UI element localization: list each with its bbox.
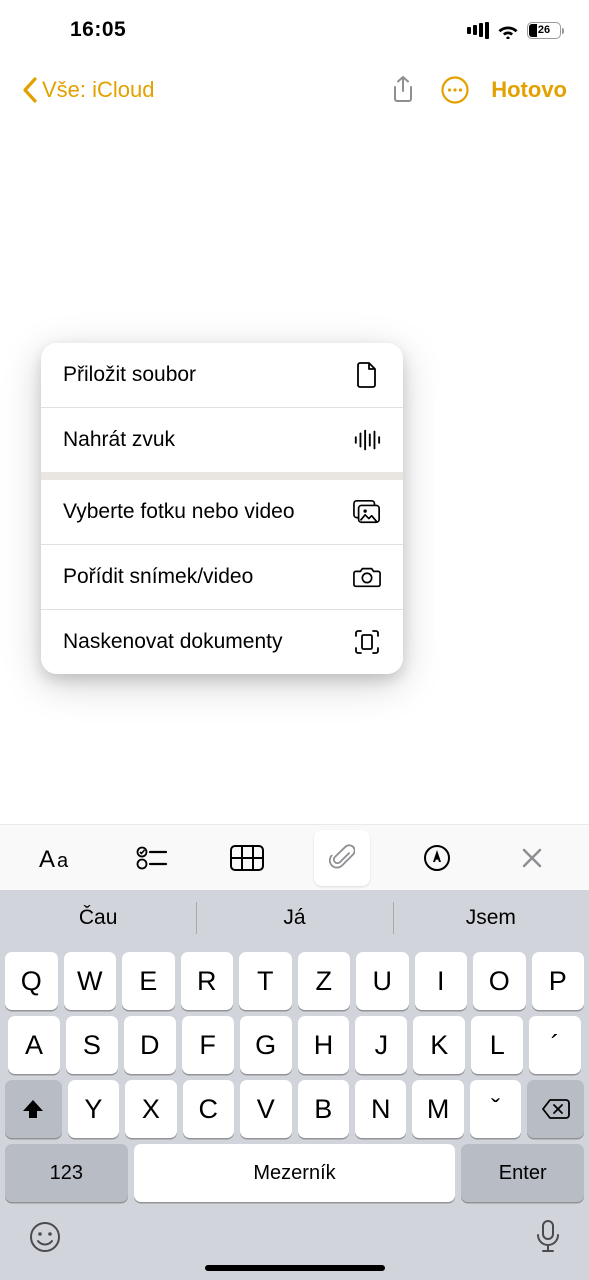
key-accent[interactable]: ´: [529, 1016, 581, 1074]
key-numbers[interactable]: 123: [5, 1144, 128, 1202]
key-enter[interactable]: Enter: [461, 1144, 584, 1202]
key-f[interactable]: F: [182, 1016, 234, 1074]
markup-icon: [423, 844, 451, 872]
key-o[interactable]: O: [473, 952, 526, 1010]
svg-text:A: A: [39, 846, 55, 871]
emoji-button[interactable]: [28, 1220, 62, 1254]
key-g[interactable]: G: [240, 1016, 292, 1074]
home-indicator[interactable]: [205, 1265, 385, 1271]
menu-item-label: Naskenovat dokumenty: [63, 629, 282, 655]
menu-item-label: Nahrát zvuk: [63, 427, 175, 453]
key-l[interactable]: L: [471, 1016, 523, 1074]
prediction-3[interactable]: Jsem: [393, 890, 589, 946]
text-style-button[interactable]: Aa: [29, 830, 85, 886]
backspace-icon: [541, 1098, 571, 1120]
key-a[interactable]: A: [8, 1016, 60, 1074]
shift-icon: [21, 1097, 45, 1121]
prediction-1[interactable]: Čau: [0, 890, 196, 946]
prediction-2[interactable]: Já: [196, 890, 392, 946]
key-space[interactable]: Mezerník: [134, 1144, 456, 1202]
navigation-bar: Vše: iCloud Hotovo: [0, 60, 589, 120]
note-editor[interactable]: Přiložit soubor Nahrát zvuk Vyberte fotk…: [0, 120, 589, 824]
svg-text:a: a: [57, 850, 69, 871]
text-style-icon: Aa: [39, 845, 75, 871]
share-button[interactable]: [381, 68, 425, 112]
key-e[interactable]: E: [122, 952, 175, 1010]
share-icon: [390, 75, 416, 105]
key-x[interactable]: X: [125, 1080, 176, 1138]
battery-icon: 26: [527, 22, 561, 39]
table-icon: [230, 845, 264, 871]
back-button[interactable]: Vše: iCloud: [22, 77, 155, 103]
close-icon: [520, 846, 544, 870]
key-b[interactable]: B: [298, 1080, 349, 1138]
camera-icon: [353, 563, 381, 591]
menu-item-record-audio[interactable]: Nahrát zvuk: [41, 408, 403, 472]
key-m[interactable]: M: [412, 1080, 463, 1138]
key-q[interactable]: Q: [5, 952, 58, 1010]
keyboard-footer: [0, 1202, 589, 1272]
key-z[interactable]: Z: [298, 952, 351, 1010]
key-n[interactable]: N: [355, 1080, 406, 1138]
menu-item-label: Přiložit soubor: [63, 362, 196, 388]
status-time: 16:05: [70, 18, 126, 42]
key-t[interactable]: T: [239, 952, 292, 1010]
more-button[interactable]: [433, 68, 477, 112]
scan-icon: [353, 628, 381, 656]
wifi-icon: [497, 22, 519, 39]
status-bar: 16:05 26: [0, 0, 589, 60]
key-i[interactable]: I: [415, 952, 468, 1010]
key-backspace[interactable]: [527, 1080, 584, 1138]
formatting-toolbar: Aa: [0, 824, 589, 890]
menu-item-label: Pořídit snímek/video: [63, 564, 253, 590]
markup-button[interactable]: [409, 830, 465, 886]
menu-item-attach-file[interactable]: Přiložit soubor: [41, 343, 403, 407]
menu-item-take-photo[interactable]: Pořídit snímek/video: [41, 545, 403, 609]
microphone-icon: [535, 1219, 561, 1255]
dictation-button[interactable]: [535, 1219, 561, 1255]
ellipsis-circle-icon: [440, 75, 470, 105]
key-r[interactable]: R: [181, 952, 234, 1010]
key-y[interactable]: Y: [68, 1080, 119, 1138]
table-button[interactable]: [219, 830, 275, 886]
done-button[interactable]: Hotovo: [491, 77, 567, 103]
key-caron[interactable]: ˇ: [470, 1080, 521, 1138]
checklist-icon: [136, 845, 168, 871]
menu-item-choose-media[interactable]: Vyberte fotku nebo video: [41, 480, 403, 544]
key-s[interactable]: S: [66, 1016, 118, 1074]
key-d[interactable]: D: [124, 1016, 176, 1074]
chevron-left-icon: [22, 77, 38, 103]
menu-item-scan-documents[interactable]: Naskenovat dokumenty: [41, 610, 403, 674]
attachment-menu: Přiložit soubor Nahrát zvuk Vyberte fotk…: [41, 343, 403, 674]
key-shift[interactable]: [5, 1080, 62, 1138]
key-v[interactable]: V: [240, 1080, 291, 1138]
photo-stack-icon: [353, 498, 381, 526]
key-c[interactable]: C: [183, 1080, 234, 1138]
status-indicators: 26: [465, 22, 561, 39]
key-j[interactable]: J: [355, 1016, 407, 1074]
menu-item-label: Vyberte fotku nebo video: [63, 499, 295, 525]
document-icon: [353, 361, 381, 389]
cellular-signal-icon: [465, 22, 489, 39]
key-k[interactable]: K: [413, 1016, 465, 1074]
key-u[interactable]: U: [356, 952, 409, 1010]
emoji-icon: [28, 1220, 62, 1254]
close-toolbar-button[interactable]: [504, 830, 560, 886]
key-w[interactable]: W: [64, 952, 117, 1010]
attachment-button[interactable]: [314, 830, 370, 886]
prediction-bar: Čau Já Jsem: [0, 890, 589, 946]
key-h[interactable]: H: [298, 1016, 350, 1074]
key-p[interactable]: P: [532, 952, 585, 1010]
checklist-button[interactable]: [124, 830, 180, 886]
back-label: Vše: iCloud: [42, 77, 155, 103]
paperclip-icon: [329, 843, 355, 873]
keyboard: Čau Já Jsem Q W E R T Z U I O P A S D F …: [0, 890, 589, 1280]
waveform-icon: [353, 426, 381, 454]
